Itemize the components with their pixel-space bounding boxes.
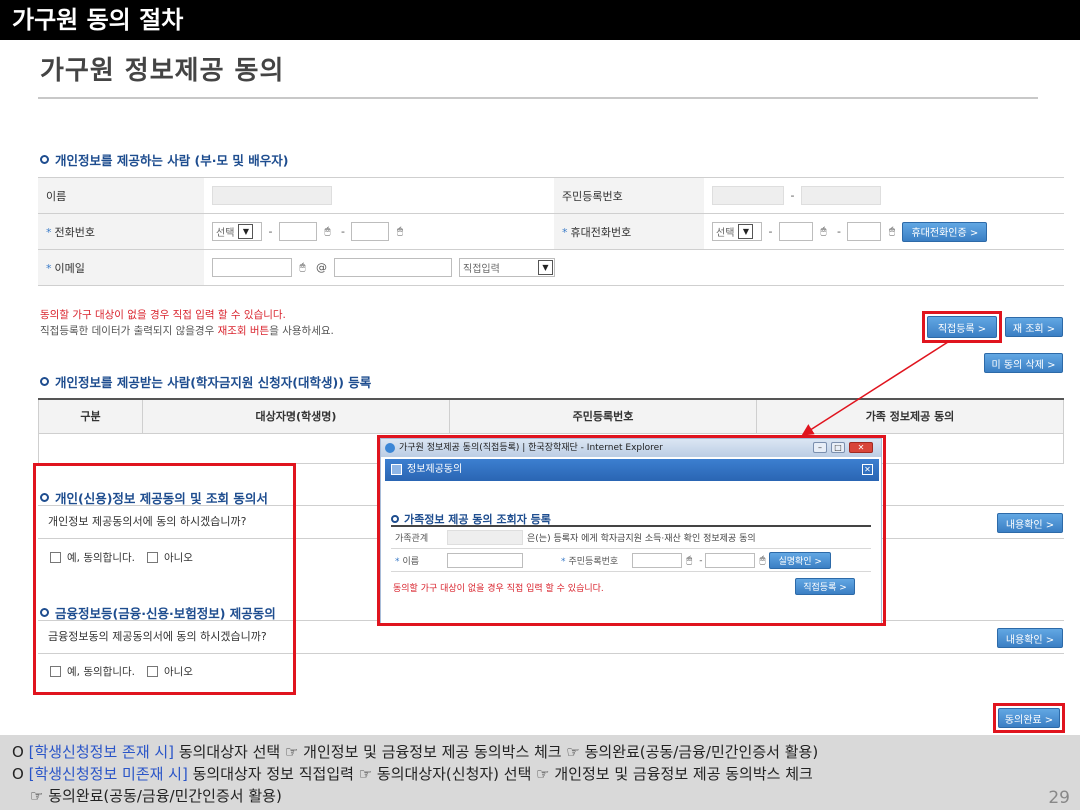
instruction-line-1-highlight: [학생신청정보 존재 시] [28, 743, 175, 761]
highlight-box-consents [33, 463, 296, 695]
at-sign: @ [316, 261, 327, 274]
dash-separator: - [790, 189, 795, 202]
phone-last-input[interactable] [351, 222, 390, 241]
instruction-line-2: O [학생신청정보 미존재 시] 동의대상자 정보 직접입력 ☞ 동의대상자(신… [12, 763, 813, 784]
mobile-label-cell: * 휴대전화번호 [554, 213, 704, 250]
mouse-icon: 🖱 [324, 226, 331, 237]
recipient-table-header: 구분 대상자명(학생명) 주민등록번호 가족 정보제공 동의 [38, 398, 1064, 434]
resident-id-front-input[interactable] [712, 186, 784, 205]
phone-middle-input[interactable] [278, 222, 317, 241]
chevron-down-icon: ▼ [738, 224, 754, 239]
mouse-icon: 🖱 [396, 226, 403, 237]
slide-header: 가구원 동의 절차 [0, 0, 1080, 40]
slide: 가구원 동의 절차 가구원 정보제공 동의 개인정보를 제공하는 사람 (부·모… [0, 0, 1080, 810]
financial-consent-confirm-button[interactable]: 내용확인 > [997, 628, 1063, 648]
phone-label-cell: * 전화번호 [38, 213, 204, 250]
provider-form: 이름 주민등록번호 - * 전화번호 선택 ▼ - 🖱 - 🖱 * 휴대전화번호… [38, 177, 1064, 286]
highlight-box-popup [377, 435, 886, 626]
footer-bullet: O [12, 765, 24, 783]
phone-label: 전화번호 [54, 225, 95, 239]
resident-id-cell: - [704, 177, 1064, 214]
form-row-email: * 이메일 🖱 @ 직접입력 ▼ [38, 249, 1064, 286]
form-row-phone: * 전화번호 선택 ▼ - 🖱 - 🖱 * 휴대전화번호 선택 ▼ - 🖱 - 🖱 휴대… [38, 213, 1064, 250]
name-cell [204, 177, 554, 214]
provider-section-title-text: 개인정보를 제공하는 사람 (부·모 및 배우자) [55, 153, 289, 168]
mouse-icon: 🖱 [299, 262, 306, 273]
instruction-line-2-text: 동의대상자 정보 직접입력 ☞ 동의대상자(신청자) 선택 ☞ 개인정보 및 금… [187, 765, 813, 783]
column-header: 주민등록번호 [449, 398, 757, 434]
form-row-name: 이름 주민등록번호 - [38, 177, 1064, 214]
resident-id-back-input[interactable] [800, 186, 881, 205]
email-cell: 🖱 @ 직접입력 ▼ [204, 249, 1064, 286]
instruction-line-3: ☞ 동의완료(공동/금융/민간인증서 활용) [30, 787, 282, 805]
column-header: 구분 [38, 398, 143, 434]
page-title: 가구원 정보제공 동의 [40, 56, 285, 86]
page-number: 29 [1048, 788, 1070, 808]
mobile-last-input[interactable] [847, 222, 882, 241]
mobile-label: 휴대전화번호 [570, 225, 632, 239]
mobile-middle-input[interactable] [778, 222, 813, 241]
circle-bullet-icon [40, 155, 49, 164]
mobile-cell: 선택 ▼ - 🖱 - 🖱 휴대전화인증 > [704, 213, 1064, 250]
required-mark-icon: * [46, 225, 52, 239]
resident-id-label: 주민등록번호 [554, 177, 704, 214]
email-domain-select[interactable]: 직접입력 ▼ [459, 258, 555, 277]
instruction-line-2-highlight: [학생신청정보 미존재 시] [28, 765, 188, 783]
mobile-prefix-select-value: 선택 [716, 228, 735, 239]
highlight-box-direct-register [922, 311, 1002, 343]
chevron-down-icon: ▼ [538, 260, 553, 275]
email-id-input[interactable] [212, 258, 292, 277]
re-query-note: 직접등록한 데이터가 출력되지 않을경우 재조회 버튼을 사용하세요. [40, 323, 334, 338]
re-query-note-suffix: 을 사용하세요. [269, 325, 334, 337]
required-mark-icon: * [46, 261, 52, 275]
email-domain-select-value: 직접입력 [463, 264, 500, 275]
title-divider [38, 97, 1038, 99]
recipient-section-title: 개인정보를 제공받는 사람(학자금지원 신청자(대학생)) 등록 [40, 372, 371, 391]
dash-separator: - [340, 225, 345, 238]
delete-unagreed-button[interactable]: 미 동의 삭제 > [984, 353, 1063, 373]
name-label: 이름 [38, 177, 204, 214]
mouse-icon: 🖱 [888, 226, 895, 237]
instruction-line-1-text: 동의대상자 선택 ☞ 개인정보 및 금융정보 제공 동의박스 체크 ☞ 동의완료… [174, 743, 819, 761]
direct-input-note: 동의할 가구 대상이 없을 경우 직접 입력 할 수 있습니다. [40, 309, 286, 321]
email-domain-input[interactable] [333, 258, 452, 277]
dash-separator: - [768, 225, 773, 238]
phone-area-select[interactable]: 선택 ▼ [212, 222, 262, 241]
phone-area-select-value: 선택 [216, 228, 235, 239]
mobile-prefix-select[interactable]: 선택 ▼ [712, 222, 762, 241]
email-label-cell: * 이메일 [38, 249, 204, 286]
highlight-box-consent-complete [993, 703, 1065, 733]
recipient-section-title-text: 개인정보를 제공받는 사람(학자금지원 신청자(대학생)) 등록 [55, 375, 372, 390]
column-header: 대상자명(학생명) [142, 398, 450, 434]
mobile-verify-button[interactable]: 휴대전화인증 > [902, 221, 988, 242]
dash-separator: - [268, 225, 273, 238]
provider-section-title: 개인정보를 제공하는 사람 (부·모 및 배우자) [40, 150, 288, 169]
re-query-note-prefix: 직접등록한 데이터가 출력되지 않을경우 [40, 325, 218, 337]
instruction-line-1: O [학생신청정보 존재 시] 동의대상자 선택 ☞ 개인정보 및 금융정보 제… [12, 741, 818, 762]
email-label: 이메일 [54, 261, 85, 275]
column-header: 가족 정보제공 동의 [756, 398, 1064, 434]
phone-cell: 선택 ▼ - 🖱 - 🖱 [204, 213, 554, 250]
mouse-icon: 🖱 [820, 226, 827, 237]
re-query-button[interactable]: 재 조회 > [1005, 317, 1063, 337]
name-input[interactable] [212, 186, 332, 205]
chevron-down-icon: ▼ [238, 224, 254, 239]
dash-separator: - [836, 225, 841, 238]
instructions-footer: O [학생신청정보 존재 시] 동의대상자 선택 ☞ 개인정보 및 금융정보 제… [0, 735, 1080, 810]
footer-bullet: O [12, 743, 24, 761]
personal-consent-confirm-button[interactable]: 내용확인 > [997, 513, 1063, 533]
required-mark-icon: * [562, 225, 568, 239]
circle-bullet-icon [40, 377, 49, 386]
re-query-note-highlight: 재조회 버튼 [217, 325, 270, 337]
